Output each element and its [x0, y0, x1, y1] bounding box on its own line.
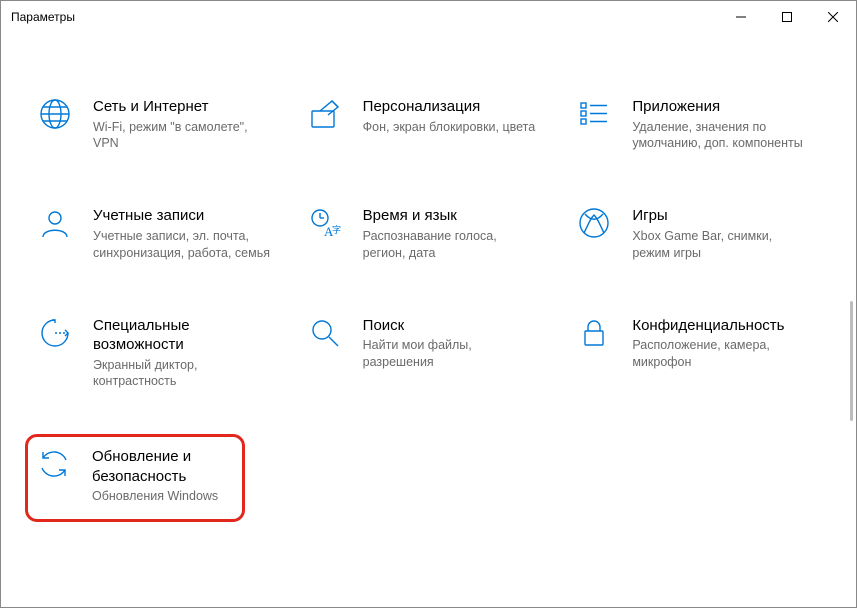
tile-ease-of-access[interactable]: Специальные возможности Экранный диктор,… — [29, 312, 289, 395]
tile-desc: Xbox Game Bar, снимки, режим игры — [632, 228, 812, 262]
tile-title: Специальные возможности — [93, 316, 283, 355]
minimize-button[interactable] — [718, 1, 764, 33]
tile-time-language[interactable]: A 字 Время и язык Распознавание голоса, р… — [299, 202, 559, 265]
tile-title: Обновление и безопасность — [92, 447, 236, 486]
tile-search[interactable]: Поиск Найти мои файлы, разрешения — [299, 312, 559, 395]
tile-title: Сеть и Интернет — [93, 97, 283, 117]
tile-desc: Обновления Windows — [92, 488, 236, 505]
person-icon — [35, 206, 75, 246]
tile-title: Конфиденциальность — [632, 316, 822, 336]
tile-apps[interactable]: Приложения Удаление, значения по умолчан… — [568, 93, 828, 156]
svg-text:字: 字 — [332, 224, 341, 235]
tile-desc: Учетные записи, эл. почта, синхронизация… — [93, 228, 273, 262]
tile-desc: Найти мои файлы, разрешения — [363, 337, 543, 371]
tile-title: Поиск — [363, 316, 553, 336]
globe-icon — [35, 97, 75, 137]
tile-privacy[interactable]: Конфиденциальность Расположение, камера,… — [568, 312, 828, 395]
vertical-scrollbar[interactable] — [850, 301, 853, 421]
tile-title: Приложения — [632, 97, 822, 117]
titlebar: Параметры — [1, 1, 856, 33]
tile-desc: Экранный диктор, контрастность — [93, 357, 273, 391]
time-language-icon: A 字 — [305, 206, 345, 246]
xbox-icon — [574, 206, 614, 246]
sync-icon — [34, 447, 74, 487]
settings-content: Сеть и Интернет Wi-Fi, режим "в самолете… — [1, 33, 856, 607]
tile-desc: Удаление, значения по умолчанию, доп. ко… — [632, 119, 812, 153]
tile-network[interactable]: Сеть и Интернет Wi-Fi, режим "в самолете… — [29, 93, 289, 156]
tile-update-security[interactable]: Обновление и безопасность Обновления Win… — [25, 434, 245, 522]
paint-icon — [305, 97, 345, 137]
tile-title: Учетные записи — [93, 206, 283, 226]
window-title: Параметры — [11, 10, 718, 24]
tile-desc: Wi-Fi, режим "в самолете", VPN — [93, 119, 273, 153]
tile-desc: Расположение, камера, микрофон — [632, 337, 812, 371]
ease-of-access-icon — [35, 316, 75, 356]
tile-personalization[interactable]: Персонализация Фон, экран блокировки, цв… — [299, 93, 559, 156]
settings-grid: Сеть и Интернет Wi-Fi, режим "в самолете… — [29, 93, 828, 522]
lock-icon — [574, 316, 614, 356]
tile-desc: Распознавание голоса, регион, дата — [363, 228, 543, 262]
list-icon — [574, 97, 614, 137]
tile-desc: Фон, экран блокировки, цвета — [363, 119, 543, 136]
tile-accounts[interactable]: Учетные записи Учетные записи, эл. почта… — [29, 202, 289, 265]
tile-title: Персонализация — [363, 97, 553, 117]
window-controls — [718, 1, 856, 33]
maximize-button[interactable] — [764, 1, 810, 33]
close-button[interactable] — [810, 1, 856, 33]
tile-gaming[interactable]: Игры Xbox Game Bar, снимки, режим игры — [568, 202, 828, 265]
tile-title: Время и язык — [363, 206, 553, 226]
search-icon — [305, 316, 345, 356]
tile-title: Игры — [632, 206, 822, 226]
